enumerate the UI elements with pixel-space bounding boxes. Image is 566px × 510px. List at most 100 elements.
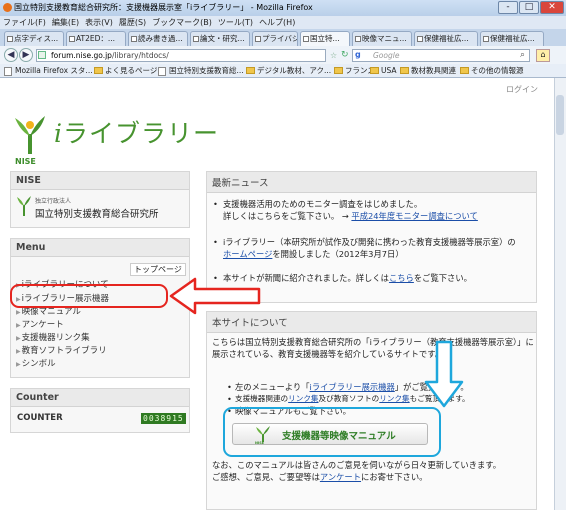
device-links-link[interactable]: リンク集 — [288, 394, 318, 403]
vertical-scrollbar[interactable] — [554, 78, 566, 510]
tab-welfare-1[interactable]: 保健福祉広... — [414, 31, 478, 46]
google-icon[interactable]: g — [355, 50, 361, 59]
bookmark-label: Mozilla Firefox スタ... — [15, 66, 93, 75]
url-domain: forum.nise.go.jp — [51, 51, 112, 60]
bookmark-frequent[interactable]: よく見るページ — [94, 65, 157, 77]
homepage-link[interactable]: ホームページ — [223, 249, 272, 259]
nise-logo-label: NISE — [15, 157, 36, 166]
menu-item-label: 教育ソフトライブラリ — [21, 346, 107, 356]
menu-item-software-library[interactable]: ▶教育ソフトライブラリ — [16, 344, 107, 356]
site-identity-icon[interactable] — [38, 51, 46, 59]
about-footer-paragraph: なお、このマニュアルは皆さんのご意見を伺いながら日々更新していきます。 ご感想、… — [212, 459, 537, 483]
menu-item-device-links[interactable]: ▶支援機器リンク集 — [16, 331, 90, 343]
search-input[interactable]: Google — [352, 49, 530, 62]
maximize-button[interactable]: □ — [519, 1, 539, 14]
tab-label: 国立特... — [310, 34, 340, 43]
tab-privacy[interactable]: プライバシ... — [252, 31, 298, 46]
menu-edit[interactable]: 編集(E) — [49, 16, 82, 29]
bullet-icon: • — [227, 394, 232, 404]
tab-braille[interactable]: 点字ディス... — [4, 31, 64, 46]
tab-label: プライバシ... — [262, 34, 297, 43]
bullet-triangle-icon: ▶ — [16, 322, 21, 329]
window-title-bar: 国立特別支援教育総合研究所：支援機器展示室「iライブラリー」 - Mozilla… — [0, 0, 566, 16]
red-highlight-box — [10, 284, 168, 308]
about-bullet-exhibits: • 左のメニューより「iライブラリー展示機器」がご覧頂けます。 — [227, 381, 537, 393]
counter-value: 0038915 — [141, 413, 186, 424]
bookmark-nise[interactable]: 国立特別支援教育総... — [158, 65, 244, 77]
counter-box-header: Counter — [11, 389, 189, 407]
login-link[interactable]: ログイン — [506, 84, 538, 95]
news-item-homepage: • iライブラリー（本研究所が試作及び開発に携わった教育支援機器等展示室）の ホー… — [213, 236, 533, 260]
page-icon — [7, 36, 13, 42]
page-viewport: ログイン NISE iライブラリー NISE 独立行政法人 国立特別支援教育総合… — [0, 78, 554, 510]
tab-video-manual[interactable]: 映像マニュ... — [352, 31, 412, 46]
search-icon[interactable]: ⌕ — [520, 50, 525, 60]
about-text: にお寄せ下さい。 — [361, 472, 428, 482]
menu-item-survey[interactable]: ▶アンケート — [16, 318, 64, 330]
nise-logo-icon — [15, 116, 45, 154]
survey-link[interactable]: アンケート — [320, 472, 361, 482]
bookmark-digital-materials[interactable]: デジタル教材、アク... — [246, 65, 331, 77]
about-bullet-links: • 支援機器関連のリンク集及び教育ソフトのリンク集もご覧頂けます。 — [227, 393, 537, 405]
top-page-link[interactable]: トップページ — [130, 263, 186, 276]
bookmark-firefox-start[interactable]: Mozilla Firefox スタ... — [4, 65, 93, 77]
nise-box-header: NISE — [11, 172, 189, 190]
bookmark-star-icon[interactable]: ☆ — [330, 51, 337, 60]
tab-welfare-2[interactable]: 保健福祉広... — [480, 31, 544, 46]
tab-label: 点字ディス... — [14, 34, 59, 43]
scrollbar-thumb[interactable] — [556, 95, 564, 135]
reload-icon[interactable]: ↻ — [341, 50, 349, 60]
page-icon — [483, 36, 489, 42]
bookmark-france[interactable]: フランス — [334, 65, 375, 77]
news-text: 詳しくはこちらをご覧下さい。 — [223, 211, 340, 221]
arrow-right-icon: → — [341, 211, 349, 221]
about-text: 展示されている、教育支援機器等を紹介しているサイトです。 — [212, 349, 443, 359]
window-title: 国立特別支援教育総合研究所：支援機器展示室「iライブラリー」 - Mozilla… — [14, 3, 313, 12]
site-brand-title: iライブラリー — [54, 114, 219, 150]
org-name-link[interactable]: 国立特別支援教育総合研究所 — [35, 206, 159, 220]
bookmark-label: USA — [381, 66, 397, 75]
folder-icon — [94, 67, 103, 74]
bookmark-teaching-tools[interactable]: 教材教具関連 — [400, 65, 456, 77]
menu-item-symbols[interactable]: ▶シンボル — [16, 357, 56, 369]
bullet-icon: • — [213, 237, 218, 247]
about-text: 支援機器関連の — [235, 394, 289, 403]
bookmark-usa[interactable]: USA — [370, 65, 397, 77]
software-links-link[interactable]: リンク集 — [379, 394, 409, 403]
back-button[interactable]: ◀ — [4, 48, 18, 62]
close-button[interactable]: ✕ — [540, 1, 564, 14]
newspaper-link[interactable]: こちら — [389, 273, 414, 283]
bookmark-label: その他の情報源 — [471, 66, 524, 75]
home-icon[interactable]: ⌂ — [536, 49, 550, 62]
bookmark-label: 国立特別支援教育総... — [169, 66, 244, 75]
bookmarks-toolbar: Mozilla Firefox スタ... よく見るページ 国立特別支援教育総.… — [0, 64, 566, 78]
menu-bookmarks[interactable]: ブックマーク(B) — [149, 16, 215, 29]
bookmark-label: よく見るページ — [105, 66, 158, 75]
menu-file[interactable]: ファイル(F) — [0, 16, 49, 29]
exhibits-link[interactable]: iライブラリー展示機器 — [310, 382, 395, 392]
news-item-newspaper: • 本サイトが新聞に紹介されました。詳しくはこちらをご覧下さい。 — [213, 272, 533, 284]
menu-tools[interactable]: ツール(T) — [215, 16, 256, 29]
menu-history[interactable]: 履歴(S) — [116, 16, 149, 29]
menu-item-label: アンケート — [21, 320, 64, 330]
menu-view[interactable]: 表示(V) — [82, 16, 116, 29]
minimize-button[interactable]: - — [498, 1, 518, 14]
url-bar[interactable]: forum.nise.go.jp/library/htdocs/ — [36, 49, 326, 62]
monitor-survey-link[interactable]: 平成24年度モニター調査について — [351, 211, 477, 221]
tab-nise-active[interactable]: 国立特... — [300, 31, 350, 46]
folder-icon — [370, 67, 379, 74]
page-icon — [69, 36, 75, 42]
bullet-triangle-icon: ▶ — [16, 309, 21, 316]
page-icon — [131, 36, 137, 42]
search-placeholder: Google — [373, 51, 400, 60]
forward-button[interactable]: ▶ — [19, 48, 33, 62]
bookmark-other-sources[interactable]: その他の情報源 — [460, 65, 524, 77]
tab-papers[interactable]: 論文・研究... — [190, 31, 250, 46]
tab-reading[interactable]: 読み書き過... — [128, 31, 188, 46]
about-text: 及び教育ソフトの — [318, 394, 380, 403]
tab-label: 映像マニュ... — [362, 34, 407, 43]
about-text: 左のメニューより「 — [235, 382, 310, 392]
folder-icon — [400, 67, 409, 74]
tab-at2ed[interactable]: AT2ED：... — [66, 31, 126, 46]
menu-help[interactable]: ヘルプ(H) — [256, 16, 298, 29]
